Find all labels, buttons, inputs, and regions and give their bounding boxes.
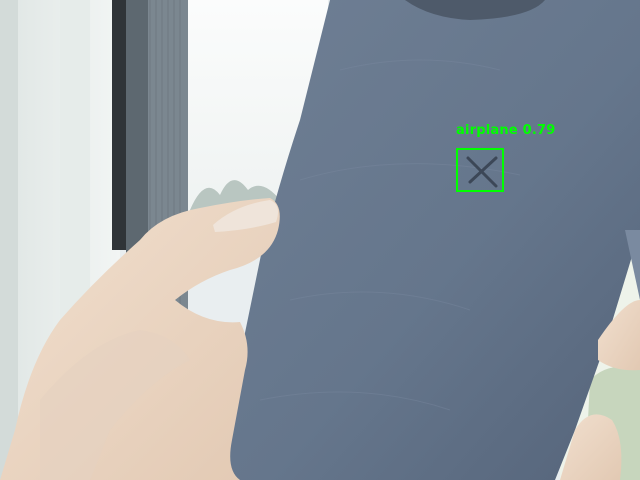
camera-frame: airplane 0.79 <box>0 0 640 480</box>
window-frame-dark <box>112 0 126 250</box>
detection-score: 0.79 <box>522 123 556 138</box>
detection-label: airplane 0.79 <box>456 123 555 138</box>
window-frame-mid <box>126 0 148 260</box>
detection-class: airplane <box>456 123 518 138</box>
detection-box <box>456 148 504 192</box>
scene-illustration <box>0 0 640 480</box>
wall-edge <box>0 0 18 480</box>
